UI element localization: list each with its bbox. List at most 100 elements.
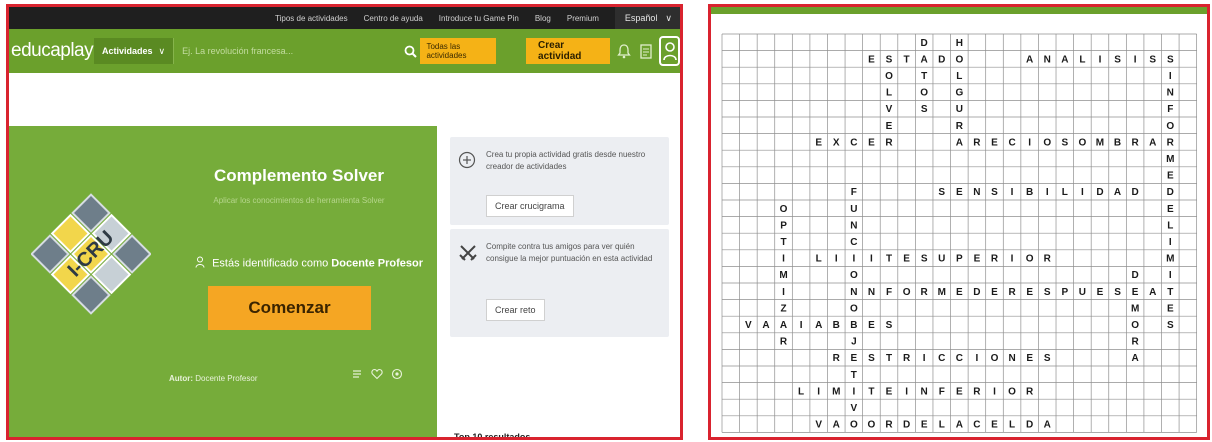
crossword-cell-letter: M — [1096, 137, 1104, 148]
crossword-cell-letter: E — [956, 187, 963, 198]
crossword-cell-letter: E — [886, 121, 893, 132]
activities-dropdown[interactable]: Actividades ∨ — [94, 38, 174, 64]
crossword-cell-letter: P — [1061, 287, 1068, 298]
crossword-cell-letter: O — [780, 204, 788, 215]
create-activity-card: Crea tu propia actividad gratis desde nu… — [450, 137, 669, 225]
start-button[interactable]: Comenzar — [208, 286, 371, 330]
crossword-cell-letter: S — [886, 320, 893, 331]
crossword-cell-letter: I — [1099, 54, 1102, 65]
user-icon — [195, 256, 205, 271]
bell-icon[interactable] — [614, 38, 632, 64]
create-crossword-button[interactable]: Crear crucigrama — [486, 195, 574, 217]
crossword-cell-letter: T — [780, 237, 786, 248]
crossword-cell-letter: S — [1167, 54, 1174, 65]
crossword-cell-letter: L — [939, 420, 945, 431]
crossword-cell-letter: E — [1132, 287, 1139, 298]
crossword-cell-letter: N — [868, 287, 875, 298]
crossword-cell-letter: S — [1114, 54, 1121, 65]
crossword-cell-letter: A — [956, 420, 963, 431]
create-activity-button[interactable]: Crear actividad — [526, 38, 611, 64]
crossword-cell-letter: A — [833, 420, 840, 431]
crossword-cell-letter: O — [868, 420, 876, 431]
report-icon[interactable] — [351, 368, 363, 380]
crossword-cell-letter: B — [1026, 187, 1033, 198]
crossword-cell-letter: I — [1134, 54, 1137, 65]
heart-icon[interactable] — [371, 368, 383, 380]
document-icon[interactable] — [637, 38, 655, 64]
crossword-cell-letter: F — [1167, 104, 1173, 115]
crossword-cell-letter: U — [938, 254, 945, 265]
search-icon[interactable] — [400, 38, 420, 64]
crossword-cell-letter: R — [1044, 254, 1052, 265]
crossword-cell-letter: R — [1132, 137, 1140, 148]
nav-link-activity-types[interactable]: Tipos de actividades — [275, 14, 348, 23]
crossword-cell-letter: O — [1166, 121, 1174, 132]
crossword-cell-letter: D — [903, 420, 910, 431]
crossword-cell-letter: T — [886, 353, 892, 364]
crossword-cell-letter: O — [1043, 137, 1051, 148]
crossword-cell-letter: E — [851, 353, 858, 364]
language-selector[interactable]: Español ∨ — [614, 7, 680, 29]
crossword-cell-letter: E — [956, 287, 963, 298]
crossword-cell-letter: P — [780, 220, 787, 231]
crossword-cell-letter: R — [833, 353, 841, 364]
crossword-cell-letter: R — [991, 254, 999, 265]
crossword-cell-letter: V — [815, 420, 822, 431]
activities-label: Actividades — [102, 46, 153, 56]
crossword-cell-letter: N — [850, 220, 857, 231]
user-avatar-icon[interactable] — [659, 36, 680, 66]
educaplay-logo[interactable]: educaplay — [11, 40, 94, 62]
crossword-cell-letter: A — [1132, 353, 1139, 364]
crossword-cell-letter: L — [1167, 220, 1173, 231]
chevron-down-icon: ∨ — [158, 45, 166, 56]
crossword-cell-letter: I — [1169, 237, 1172, 248]
challenge-card: Compite contra tus amigos para ver quién… — [450, 229, 669, 337]
crossword-cell-letter: U — [850, 204, 857, 215]
crossword-cell-letter: A — [1026, 54, 1033, 65]
crossword-cell-letter: S — [886, 54, 893, 65]
main-header: educaplay Actividades ∨ Todas las activi… — [9, 29, 680, 73]
crossword-cell-letter: C — [850, 137, 857, 148]
create-challenge-button[interactable]: Crear reto — [486, 299, 545, 321]
crossword-cell-letter: F — [851, 187, 857, 198]
nav-link-game-pin[interactable]: Introduce tu Game Pin — [439, 14, 519, 23]
nav-link-blog[interactable]: Blog — [535, 14, 551, 23]
crossword-cell-letter: R — [885, 420, 893, 431]
crossword-cell-letter: S — [868, 353, 875, 364]
crossed-swords-icon — [458, 243, 478, 268]
crossword-cell-letter: E — [991, 420, 998, 431]
crossword-cell-letter: O — [955, 54, 963, 65]
search-input[interactable] — [173, 38, 401, 64]
crossword-cell-letter: E — [1026, 287, 1033, 298]
crossword-cell-letter: I — [1011, 254, 1014, 265]
top-navigation-bar: Tipos de actividades Centro de ayuda Int… — [9, 7, 680, 29]
crossword-cell-letter: X — [833, 137, 840, 148]
crossword-cell-letter: B — [1114, 137, 1121, 148]
crossword-cell-letter: E — [903, 254, 910, 265]
crossword-cell-letter: R — [780, 337, 788, 348]
nav-link-premium[interactable]: Premium — [567, 14, 599, 23]
chevron-down-icon: ∨ — [665, 12, 672, 23]
crossword-cell-letter: S — [1044, 353, 1051, 364]
crossword-cell-letter: E — [974, 254, 981, 265]
author-name[interactable]: Docente Profesor — [195, 374, 257, 383]
create-activity-text: Crea tu propia actividad gratis desde nu… — [486, 150, 646, 171]
crossword-cell-letter: V — [745, 320, 752, 331]
crossword-cell-letter: S — [921, 104, 928, 115]
icru-logo-icon: I-CRU — [31, 193, 151, 315]
crossword-cell-letter: I — [817, 386, 820, 397]
crossword-cell-letter: I — [782, 287, 785, 298]
crossword-cell-letter: E — [921, 420, 928, 431]
crossword-cell-letter: A — [956, 137, 963, 148]
crossword-cell-letter: O — [1026, 254, 1034, 265]
share-icon[interactable] — [391, 368, 403, 380]
crossword-cell-letter: M — [1166, 254, 1174, 265]
activity-title: Complemento Solver — [213, 166, 385, 185]
nav-link-help-center[interactable]: Centro de ayuda — [364, 14, 423, 23]
crossword-cell-letter: S — [991, 187, 998, 198]
crossword-cell-letter: R — [1008, 287, 1016, 298]
crossword-cell-letter: O — [850, 420, 858, 431]
all-activities-button[interactable]: Todas las actividades — [420, 38, 497, 64]
crossword-cell-letter: I — [852, 254, 855, 265]
crossword-cell-letter: R — [956, 121, 964, 132]
